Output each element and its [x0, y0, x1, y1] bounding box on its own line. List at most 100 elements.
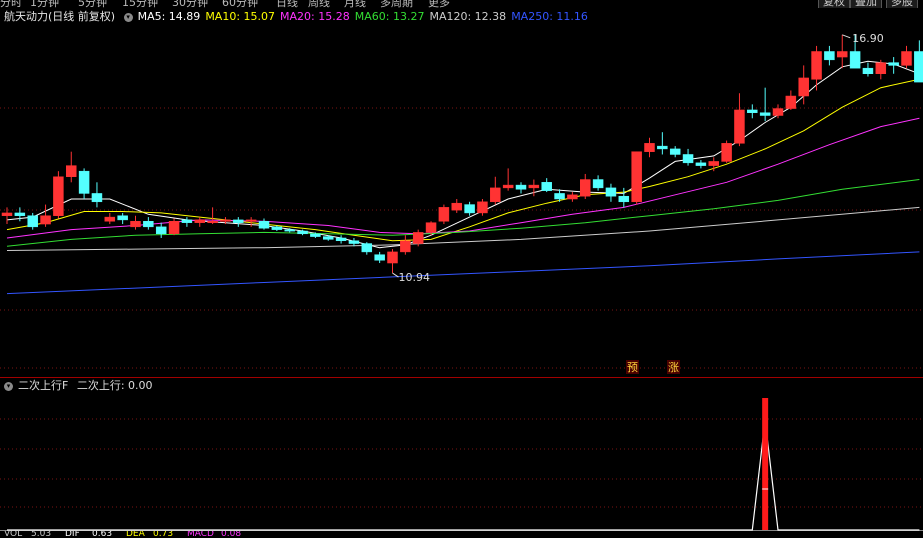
candle — [1, 207, 13, 225]
candle — [824, 45, 835, 66]
candle — [862, 62, 874, 77]
candle-body — [143, 221, 154, 228]
candle — [541, 178, 552, 193]
high-marker — [842, 34, 851, 39]
candle — [888, 57, 899, 74]
indicator-chart[interactable] — [0, 379, 923, 531]
candle — [502, 168, 514, 191]
candle-body — [901, 51, 912, 66]
toolbar-button[interactable]: 叠加 — [850, 0, 882, 8]
candle-body — [78, 170, 90, 194]
candle — [143, 217, 154, 230]
candle-body — [464, 204, 475, 214]
period-tab[interactable]: 日线 — [276, 0, 298, 8]
period-tab[interactable]: 15分钟 — [122, 0, 158, 8]
candle-body — [323, 236, 334, 240]
candle-body — [117, 215, 128, 221]
candle-body — [438, 207, 450, 222]
candle — [837, 34, 848, 69]
candle — [155, 222, 167, 238]
candle-body — [194, 219, 205, 223]
status-value: 0.08 — [221, 531, 242, 538]
candle — [66, 151, 77, 183]
candle-body — [618, 195, 630, 203]
candle — [580, 173, 591, 200]
high-price-label: 16.90 — [852, 32, 884, 45]
candle-body — [220, 219, 231, 222]
period-tab[interactable]: 60分钟 — [222, 0, 258, 8]
candle — [400, 235, 411, 255]
candle — [78, 168, 90, 200]
candle-body — [515, 184, 527, 190]
candle-body — [605, 187, 617, 197]
candle — [117, 212, 128, 225]
candle-body — [168, 221, 180, 235]
period-tab[interactable]: 5分钟 — [78, 0, 107, 8]
candle — [605, 183, 617, 202]
candle — [644, 137, 655, 158]
period-tab[interactable]: 多周期 — [380, 0, 413, 8]
candle — [695, 160, 707, 169]
candle-body — [580, 179, 591, 197]
candle — [374, 251, 385, 264]
candle-body — [284, 229, 295, 232]
candle-body — [682, 154, 694, 164]
candle — [91, 182, 103, 208]
candle-body — [798, 77, 809, 97]
candle — [772, 104, 784, 119]
candle — [451, 199, 462, 213]
candle-body — [811, 51, 822, 80]
candle — [515, 182, 527, 194]
candle — [759, 87, 771, 122]
candle-body — [387, 251, 398, 264]
candle-body — [824, 51, 835, 61]
candle-body — [181, 219, 193, 223]
candle — [53, 171, 64, 219]
candle — [811, 45, 822, 91]
candle-body — [104, 216, 116, 222]
candle-body — [348, 240, 360, 244]
candle-body — [862, 67, 874, 75]
candle-body — [310, 233, 321, 237]
candle — [901, 45, 912, 69]
tag-pre: 预 — [627, 361, 638, 374]
candle-body — [888, 62, 899, 66]
period-tab[interactable]: 分时 — [0, 0, 22, 8]
candle-body — [374, 254, 385, 261]
candle-body — [772, 108, 784, 116]
candle-body — [759, 112, 771, 116]
candle-body — [40, 215, 51, 225]
toolbar-button[interactable]: 多股 — [886, 0, 918, 8]
candle-body — [1, 212, 13, 216]
status-value: DIF — [65, 531, 80, 538]
candle — [734, 93, 745, 147]
candle-body — [528, 184, 540, 189]
period-tab[interactable]: 1分钟 — [30, 0, 59, 8]
period-tab[interactable]: 30分钟 — [172, 0, 208, 8]
candle-body — [721, 143, 732, 162]
candle — [181, 217, 193, 227]
candle-body — [207, 221, 218, 224]
period-tab[interactable]: 月线 — [344, 0, 366, 8]
candle-body — [361, 243, 373, 253]
candle — [592, 175, 604, 191]
candle — [233, 217, 244, 227]
candle-body — [554, 193, 565, 200]
candlestick-chart[interactable]: 16.90 10.94 预 涨 — [0, 10, 923, 378]
candle-body — [451, 202, 462, 211]
candle-body — [631, 151, 642, 203]
candle-body — [66, 165, 77, 177]
candle — [875, 59, 887, 80]
period-tab[interactable]: 更多 — [428, 0, 450, 8]
candle — [348, 237, 360, 247]
status-value: 0.73 — [153, 531, 174, 538]
candle — [387, 249, 398, 274]
period-tab[interactable]: 周线 — [308, 0, 330, 8]
toolbar-button[interactable]: 复权 — [818, 0, 850, 8]
candle-body — [400, 240, 411, 253]
candle-body — [837, 51, 848, 58]
candle-body — [657, 145, 668, 150]
low-price-label: 10.94 — [399, 271, 431, 284]
candle — [335, 235, 347, 244]
candle-body — [297, 230, 308, 235]
